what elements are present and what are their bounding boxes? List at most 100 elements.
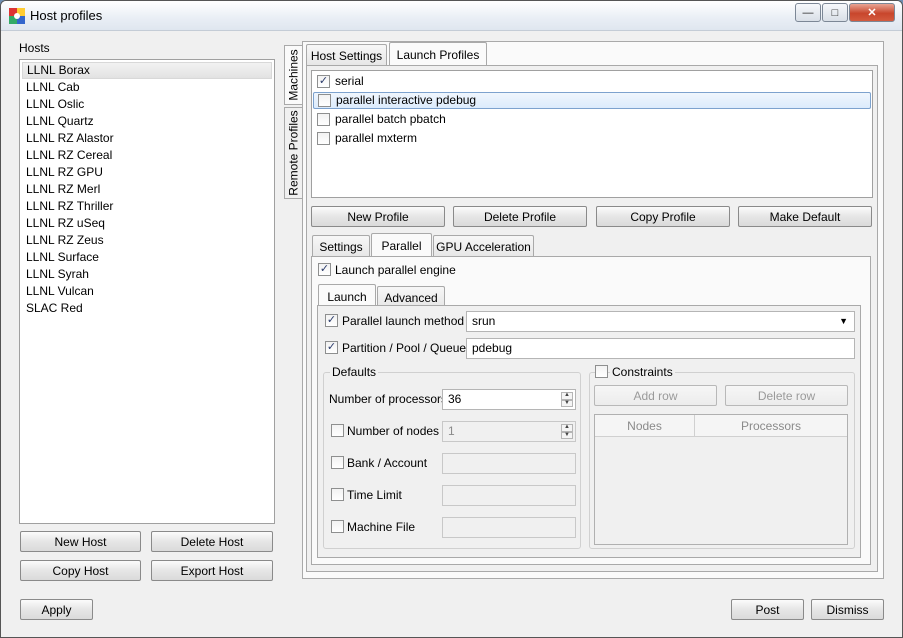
chevron-down-icon: ▼	[839, 316, 848, 326]
profiles-list[interactable]: ✓ serial parallel interactive pdebug parall…	[311, 70, 873, 198]
parallel-launch-method-checkbox[interactable]: ✓	[325, 314, 338, 327]
copy-host-button[interactable]: Copy Host	[20, 560, 141, 581]
apply-button[interactable]: Apply	[20, 599, 93, 620]
launch-method-select[interactable]: srun ▼	[466, 311, 855, 332]
profile-row[interactable]: parallel interactive pdebug	[313, 92, 871, 109]
delete-host-button[interactable]: Delete Host	[151, 531, 273, 552]
profile-row[interactable]: ✓ serial	[313, 73, 871, 90]
dismiss-button[interactable]: Dismiss	[811, 599, 884, 620]
machine-file-checkbox[interactable]	[331, 520, 344, 533]
constraints-table-header: Nodes Processors	[595, 415, 847, 437]
list-item[interactable]: LLNL RZ Cereal	[22, 147, 272, 164]
launch-method-value: srun	[472, 314, 496, 328]
time-limit-input[interactable]	[442, 485, 576, 506]
machine-file-input[interactable]	[442, 517, 576, 538]
list-item[interactable]: LLNL RZ Merl	[22, 181, 272, 198]
number-of-nodes-value: 1	[448, 424, 455, 438]
app-icon	[9, 8, 25, 24]
list-item[interactable]: LLNL RZ Zeus	[22, 232, 272, 249]
spin-up-icon[interactable]: ▲	[561, 424, 573, 432]
list-item[interactable]: LLNL Surface	[22, 249, 272, 266]
tab-host-settings[interactable]: Host Settings	[306, 44, 387, 66]
list-item[interactable]: LLNL RZ uSeq	[22, 215, 272, 232]
delete-row-button[interactable]: Delete row	[725, 385, 848, 406]
close-button[interactable]: ✕	[849, 3, 895, 22]
spin-down-icon[interactable]: ▼	[561, 431, 573, 439]
tab-parallel-label: Parallel	[381, 238, 422, 253]
tab-remote-profiles[interactable]: Remote Profiles	[284, 107, 303, 199]
list-item[interactable]: LLNL RZ Alastor	[22, 130, 272, 147]
profile-label: parallel mxterm	[335, 131, 418, 145]
list-item[interactable]: LLNL Syrah	[22, 266, 272, 283]
tab-gpu-acceleration-label: GPU Acceleration	[436, 239, 531, 254]
machine-file-label: Machine File	[347, 520, 416, 534]
number-of-nodes-spinbox[interactable]: 1 ▲ ▼	[442, 421, 576, 442]
add-row-button[interactable]: Add row	[594, 385, 717, 406]
spin-up-icon[interactable]: ▲	[561, 392, 573, 400]
maximize-button[interactable]: □	[822, 3, 848, 22]
list-item[interactable]: LLNL RZ Thriller	[22, 198, 272, 215]
list-item[interactable]: LLNL RZ GPU	[22, 164, 272, 181]
defaults-title: Defaults	[330, 365, 379, 379]
parallel-launch-method-label: Parallel launch method	[342, 314, 465, 328]
profile-row[interactable]: parallel batch pbatch	[313, 111, 871, 128]
profile-checkbox[interactable]	[317, 113, 330, 126]
export-host-button[interactable]: Export Host	[151, 560, 273, 581]
tab-host-settings-label: Host Settings	[310, 48, 383, 63]
list-item[interactable]: LLNL Vulcan	[22, 283, 272, 300]
constraints-title: Constraints	[610, 365, 675, 379]
profile-checkbox[interactable]	[318, 94, 331, 107]
tab-machines[interactable]: Machines	[284, 45, 303, 105]
profile-row[interactable]: parallel mxterm	[313, 130, 871, 147]
launch-parallel-engine-label: Launch parallel engine	[335, 263, 456, 277]
minimize-icon: —	[802, 6, 814, 19]
number-of-nodes-label: Number of nodes	[347, 424, 440, 438]
bank-account-label: Bank / Account	[347, 456, 428, 470]
tab-advanced-label: Advanced	[384, 290, 438, 305]
partition-input[interactable]: pdebug	[466, 338, 855, 359]
list-item[interactable]: LLNL Oslic	[22, 96, 272, 113]
number-of-processors-value: 36	[448, 392, 462, 406]
post-button[interactable]: Post	[731, 599, 804, 620]
profile-checkbox[interactable]: ✓	[317, 75, 330, 88]
partition-value: pdebug	[472, 341, 513, 355]
number-of-processors-spinbox[interactable]: 36 ▲ ▼	[442, 389, 576, 410]
close-icon: ✕	[867, 7, 877, 19]
title-bar: Host profiles — □ ✕	[1, 1, 902, 31]
copy-profile-button[interactable]: Copy Profile	[596, 206, 730, 227]
make-default-button[interactable]: Make Default	[738, 206, 872, 227]
spinner-arrows[interactable]: ▲ ▼	[561, 392, 573, 407]
number-of-processors-label: Number of processors	[329, 392, 448, 406]
new-profile-button[interactable]: New Profile	[311, 206, 445, 227]
launch-parallel-engine-checkbox[interactable]: ✓	[318, 263, 331, 276]
tab-parallel[interactable]: Parallel	[371, 233, 432, 257]
spin-down-icon[interactable]: ▼	[561, 399, 573, 407]
list-item[interactable]: LLNL Quartz	[22, 113, 272, 130]
column-header-processors[interactable]: Processors	[695, 415, 847, 436]
list-item[interactable]: LLNL Cab	[22, 79, 272, 96]
time-limit-label: Time Limit	[347, 488, 402, 502]
column-header-nodes[interactable]: Nodes	[595, 415, 695, 436]
list-item[interactable]: SLAC Red	[22, 300, 272, 317]
time-limit-checkbox[interactable]	[331, 488, 344, 501]
number-of-nodes-checkbox[interactable]	[331, 424, 344, 437]
tab-gpu-acceleration[interactable]: GPU Acceleration	[433, 235, 534, 257]
profile-label: serial	[335, 74, 364, 88]
tab-launch-profiles[interactable]: Launch Profiles	[389, 42, 487, 66]
hosts-list[interactable]: LLNL Borax LLNL Cab LLNL Oslic LLNL Quartz L…	[19, 59, 275, 524]
constraints-checkbox[interactable]	[595, 365, 608, 378]
list-item[interactable]: LLNL Borax	[22, 62, 272, 79]
new-host-button[interactable]: New Host	[20, 531, 141, 552]
delete-profile-button[interactable]: Delete Profile	[453, 206, 587, 227]
tab-settings[interactable]: Settings	[312, 235, 370, 257]
profile-checkbox[interactable]	[317, 132, 330, 145]
constraints-table[interactable]: Nodes Processors	[594, 414, 848, 545]
partition-checkbox[interactable]: ✓	[325, 341, 338, 354]
tab-launch-profiles-label: Launch Profiles	[396, 47, 480, 62]
profile-label: parallel interactive pdebug	[336, 93, 477, 107]
spinner-arrows[interactable]: ▲ ▼	[561, 424, 573, 439]
tab-machines-label: Machines	[287, 49, 302, 101]
minimize-button[interactable]: —	[795, 3, 821, 22]
bank-account-input[interactable]	[442, 453, 576, 474]
bank-account-checkbox[interactable]	[331, 456, 344, 469]
